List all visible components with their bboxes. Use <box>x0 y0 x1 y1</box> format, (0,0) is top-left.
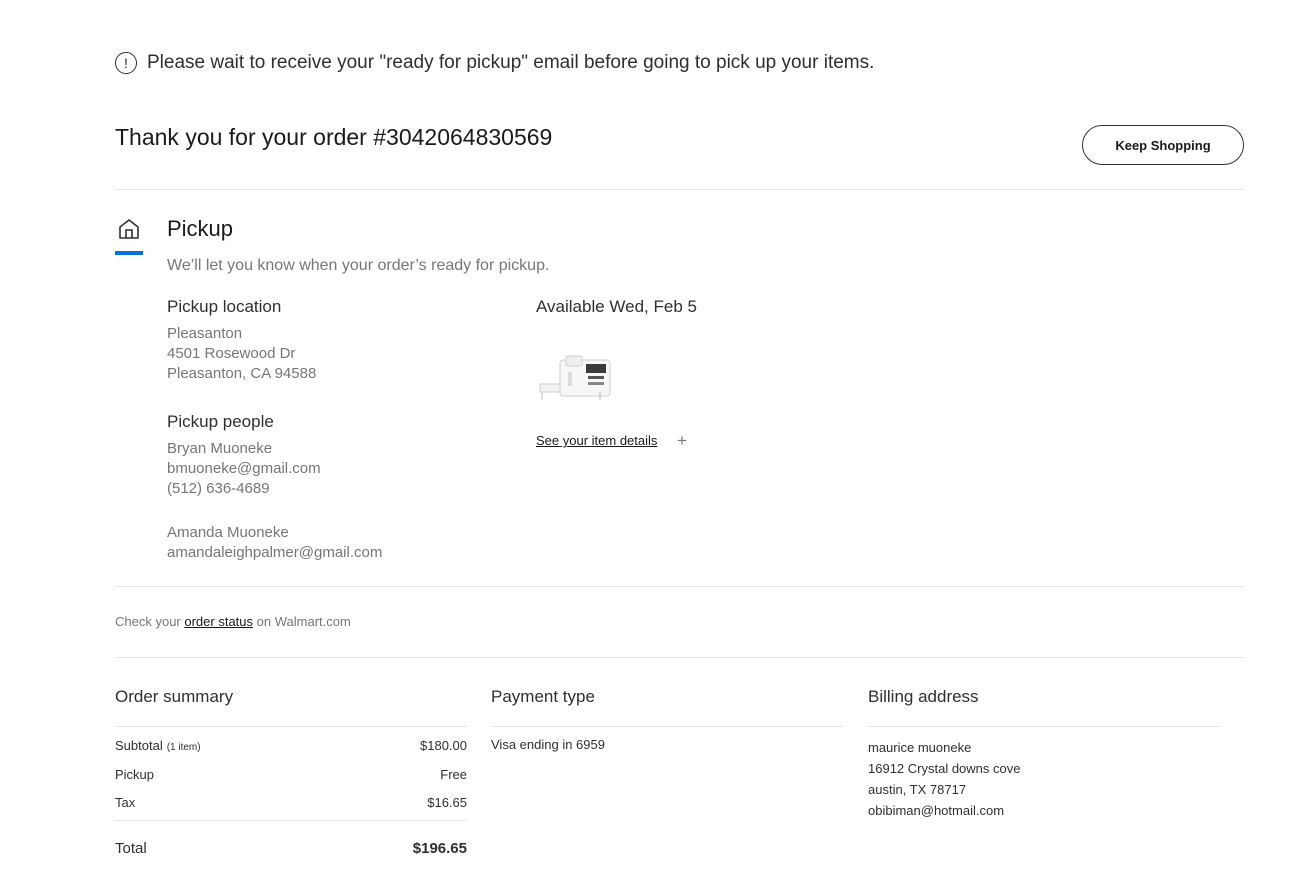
divider <box>115 657 1244 658</box>
subtotal-count: (1 item) <box>166 742 201 753</box>
subtotal-label: Subtotal (1 item) <box>115 738 201 753</box>
subtotal-value: $180.00 <box>420 738 467 753</box>
person-name: Bryan Muoneke <box>167 440 273 457</box>
pickup-fee-value: Free <box>440 767 467 782</box>
notice-text: Please wait to receive your "ready for p… <box>147 52 875 73</box>
pickup-people-heading: Pickup people <box>167 412 274 431</box>
status-prefix: Check your <box>115 614 181 629</box>
keep-shopping-button[interactable]: Keep Shopping <box>1082 125 1244 165</box>
payment-type-heading: Payment type <box>491 687 595 706</box>
person-email: amandaleighpalmer@gmail.com <box>167 544 383 561</box>
tax-row: Tax $16.65 <box>115 795 467 810</box>
pickup-notice: ! Please wait to receive your "ready for… <box>115 52 874 74</box>
billing-street: 16912 Crystal downs cove <box>868 761 1021 776</box>
status-suffix: on Walmart.com <box>256 614 351 629</box>
divider <box>115 726 467 727</box>
divider <box>491 726 843 727</box>
order-status-line: Check your order status on Walmart.com <box>115 614 351 629</box>
tax-value: $16.65 <box>427 795 467 810</box>
total-row: Total $196.65 <box>115 840 467 857</box>
order-summary-heading: Order summary <box>115 687 234 706</box>
address-line: Pleasanton, CA 94588 <box>167 365 317 382</box>
total-value: $196.65 <box>412 840 467 857</box>
divider <box>115 820 467 821</box>
pickup-location-address: Pleasanton 4501 Rosewood Dr Pleasanton, … <box>167 324 316 384</box>
billing-name: maurice muoneke <box>868 740 972 755</box>
order-status-link[interactable]: order status <box>184 614 253 629</box>
billing-address: maurice muoneke 16912 Crystal downs cove… <box>868 737 1020 821</box>
pickup-indicator-bar <box>115 251 143 255</box>
person-name: Amanda Muoneke <box>167 524 289 541</box>
billing-email: obibiman@hotmail.com <box>868 803 1005 818</box>
payment-method: Visa ending in 6959 <box>491 737 605 752</box>
tax-label: Tax <box>115 795 136 810</box>
billing-city: austin, TX 78717 <box>868 782 967 797</box>
see-item-details-link[interactable]: See your item details <box>536 433 657 448</box>
order-confirmation-title: Thank you for your order #3042064830569 <box>115 124 553 150</box>
pickup-subtitle: We’ll let you know when your order’s rea… <box>167 257 550 274</box>
pickup-location-heading: Pickup location <box>167 297 282 316</box>
store-home-icon <box>119 219 139 239</box>
pickup-person-2: Amanda Muoneke amandaleighpalmer@gmail.c… <box>167 523 382 563</box>
person-phone: (512) 636-4689 <box>167 480 270 497</box>
expand-plus-icon[interactable]: + <box>677 431 687 451</box>
divider <box>115 189 1244 190</box>
divider <box>115 586 1244 587</box>
pickup-person-1: Bryan Muoneke bmuoneke@gmail.com (512) 6… <box>167 439 321 499</box>
address-line: 4501 Rosewood Dr <box>167 345 296 362</box>
pickup-fee-label: Pickup <box>115 767 155 782</box>
total-label: Total <box>115 840 147 857</box>
person-email: bmuoneke@gmail.com <box>167 460 321 477</box>
billing-address-heading: Billing address <box>868 687 979 706</box>
subtotal-label-text: Subtotal <box>115 738 163 753</box>
pickup-title: Pickup <box>167 216 234 241</box>
subtotal-row: Subtotal (1 item) $180.00 <box>115 738 467 753</box>
divider <box>868 726 1220 727</box>
address-line: Pleasanton <box>167 325 243 342</box>
info-icon: ! <box>115 52 137 74</box>
availability-heading: Available Wed, Feb 5 <box>536 297 697 316</box>
pickup-fee-row: Pickup Free <box>115 767 467 782</box>
sewing-machine-product-image <box>539 355 611 400</box>
